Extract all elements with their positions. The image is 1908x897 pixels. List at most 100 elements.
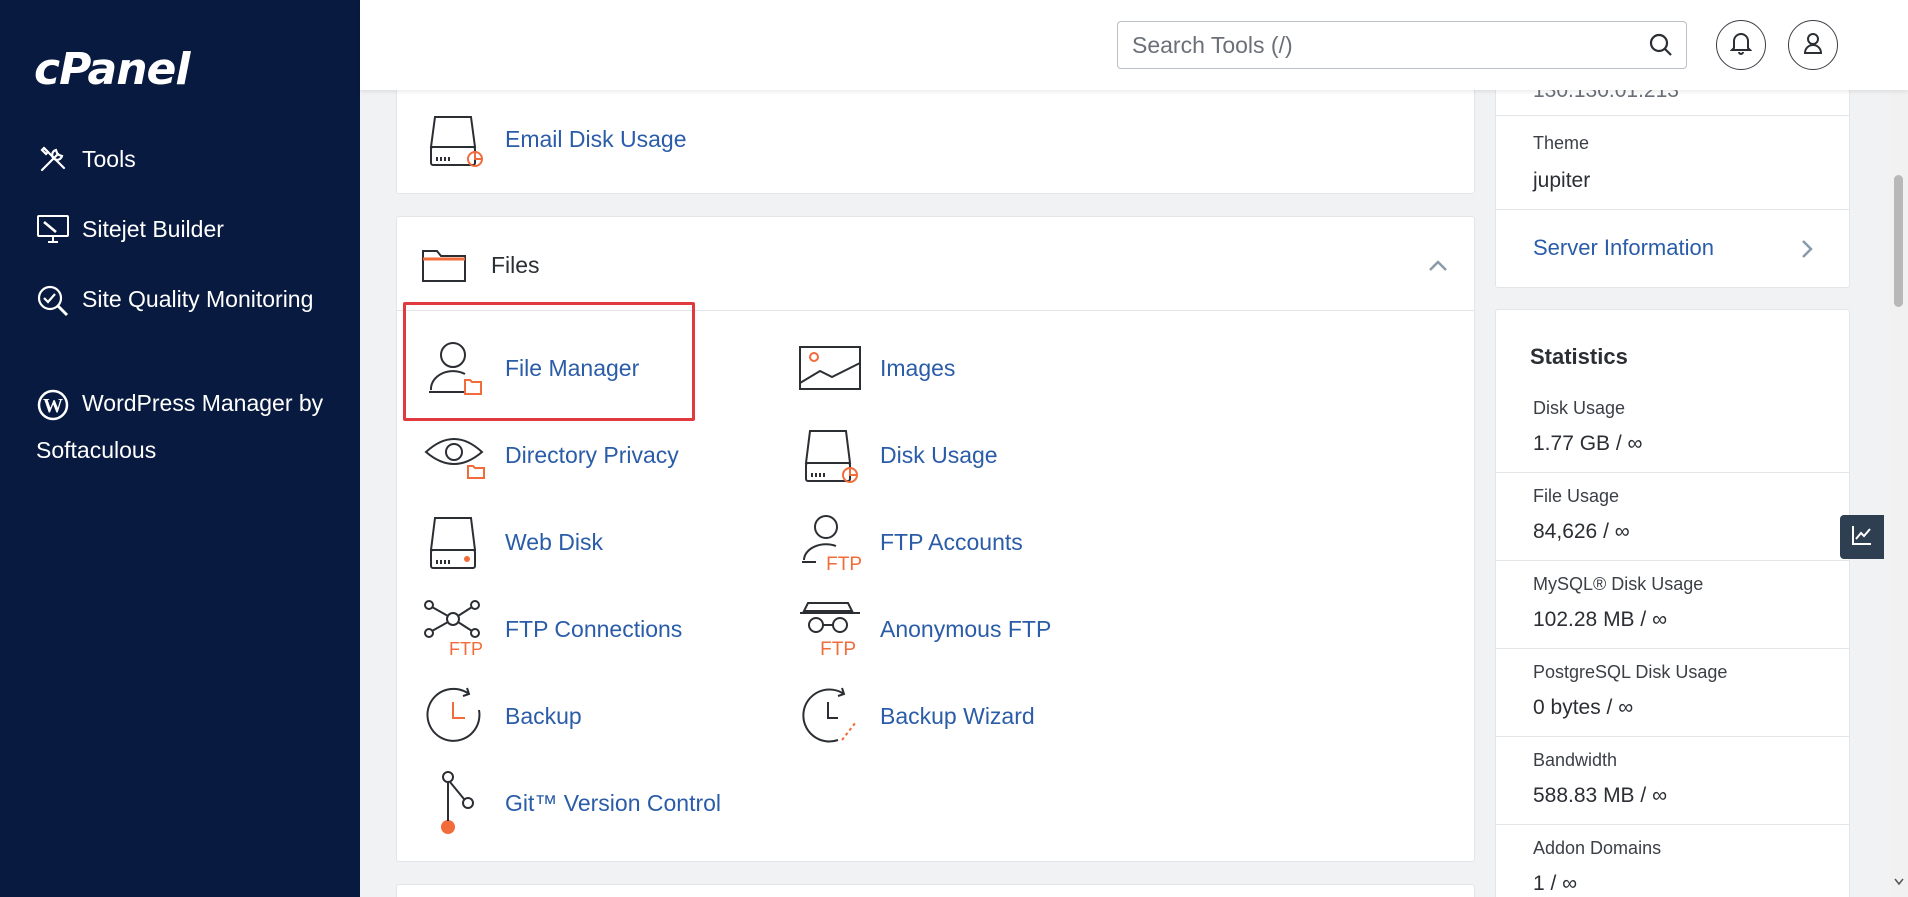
anonymous-ftp-icon: FTP [798,597,862,661]
page-scrollbar[interactable] [1890,0,1908,897]
server-information-link[interactable]: Server Information [1533,235,1714,261]
stats-toggle-button[interactable] [1840,515,1884,559]
stat-value: 1.77 GB / ∞ [1533,432,1643,455]
file-manager-icon [423,336,487,400]
tool-backup-wizard[interactable]: Backup Wizard [798,684,1035,748]
general-info-panel: 130.130.01.213 Theme jupiter Server Info… [1495,60,1850,288]
ftp-user-icon: FTP [798,510,862,574]
sidebar: cPanel Tools Sitejet Builder Site Qualit… [0,0,360,897]
magnifier-icon [36,284,70,318]
tool-ftp-accounts[interactable]: FTP FTP Accounts [798,510,1023,574]
files-panel-header[interactable]: Files [421,247,540,283]
notifications-button[interactable] [1716,20,1766,70]
search-icon[interactable] [1648,32,1674,63]
stat-value: 102.28 MB / ∞ [1533,608,1668,631]
stat-label: Addon Domains [1533,838,1662,858]
svg-text:FTP: FTP [449,639,483,659]
git-icon [423,771,487,835]
tool-label: FTP Accounts [880,528,1023,555]
divider [1496,472,1849,473]
tool-label: Email Disk Usage [505,125,687,152]
tool-label: Web Disk [505,528,603,555]
stat-value: 0 bytes / ∞ [1533,696,1634,719]
tool-label: Disk Usage [880,441,998,468]
svg-text:FTP: FTP [820,639,856,659]
statistics-panel: Statistics Disk Usage 1.77 GB / ∞ File U… [1495,309,1850,897]
divider [1496,115,1849,116]
search-input[interactable] [1118,22,1628,68]
stat-label: PostgreSQL Disk Usage [1533,662,1728,682]
monitor-icon [36,212,70,246]
tool-email-disk-usage[interactable]: Email Disk Usage [423,107,687,171]
tool-file-manager[interactable]: File Manager [423,336,639,400]
folder-icon [421,247,467,283]
scrollbar-thumb[interactable] [1894,175,1903,307]
sidebar-item-label: Sitejet Builder [82,215,224,242]
tool-label: Backup [505,702,582,729]
drive-icon [423,510,487,574]
user-icon [1802,31,1824,60]
disk-usage-icon [798,423,862,487]
user-menu-button[interactable] [1788,20,1838,70]
sidebar-item-label: Tools [82,145,136,172]
tool-ftp-connections[interactable]: FTP FTP Connections [423,597,682,661]
panel-divider [397,310,1474,311]
clock-icon [423,684,487,748]
tool-directory-privacy[interactable]: Directory Privacy [423,423,679,487]
tool-git-version-control[interactable]: Git™ Version Control [423,771,721,835]
wordpress-icon: W [36,388,70,422]
divider [1496,560,1849,561]
tool-label: Git™ Version Control [505,789,722,816]
next-panel [396,884,1475,897]
tool-web-disk[interactable]: Web Disk [423,510,603,574]
disk-usage-icon [423,107,487,171]
ftp-network-icon: FTP [423,597,487,661]
stat-label: Disk Usage [1533,398,1626,418]
chart-icon [1851,524,1873,551]
tool-label: Directory Privacy [505,441,679,468]
divider [1496,736,1849,737]
sidebar-item-site-quality[interactable]: Site Quality Monitoring [36,276,336,323]
tool-label: File Manager [505,354,640,381]
scroll-down-arrow-icon[interactable] [1894,873,1904,891]
stat-value: 588.83 MB / ∞ [1533,784,1668,807]
tool-anonymous-ftp[interactable]: FTP Anonymous FTP [798,597,1051,661]
tools-icon [36,142,70,176]
eye-icon [423,423,487,487]
sidebar-item-label: WordPress Manager by Softaculous [36,390,324,463]
theme-label: Theme [1533,133,1590,153]
stat-value: 1 / ∞ [1533,872,1578,895]
images-icon [798,336,862,400]
chevron-up-icon[interactable] [1428,259,1448,277]
statistics-title: Statistics [1530,344,1628,369]
tool-label: Backup Wizard [880,702,1035,729]
files-panel-title: Files [491,251,540,278]
tool-label: Images [880,354,956,381]
divider [1496,824,1849,825]
svg-text:W: W [43,395,63,417]
stat-label: File Usage [1533,486,1620,506]
sidebar-item-wordpress[interactable]: W WordPress Manager by Softaculous [36,380,336,474]
clock-wand-icon [798,684,862,748]
sidebar-item-sitejet[interactable]: Sitejet Builder [36,212,224,246]
svg-text:FTP: FTP [826,554,862,572]
stat-label: MySQL® Disk Usage [1533,574,1704,594]
bell-icon [1729,31,1753,60]
sidebar-item-tools[interactable]: Tools [36,142,136,176]
tool-backup[interactable]: Backup [423,684,582,748]
tool-disk-usage[interactable]: Disk Usage [798,423,998,487]
divider [1496,209,1849,210]
chevron-right-icon[interactable] [1801,239,1813,264]
stat-label: Bandwidth [1533,750,1618,770]
stat-value: 84,626 / ∞ [1533,520,1630,543]
files-panel: Files File Manager Directory Privacy Web… [396,216,1475,862]
sidebar-item-label: Site Quality Monitoring [82,286,314,312]
tool-label: FTP Connections [505,615,683,642]
tool-label: Anonymous FTP [880,615,1052,642]
cpanel-logo[interactable]: cPanel [34,44,190,95]
theme-value: jupiter [1533,169,1591,192]
top-header [360,0,1908,90]
search-box [1117,21,1687,69]
tool-images[interactable]: Images [798,336,955,400]
divider [1496,648,1849,649]
